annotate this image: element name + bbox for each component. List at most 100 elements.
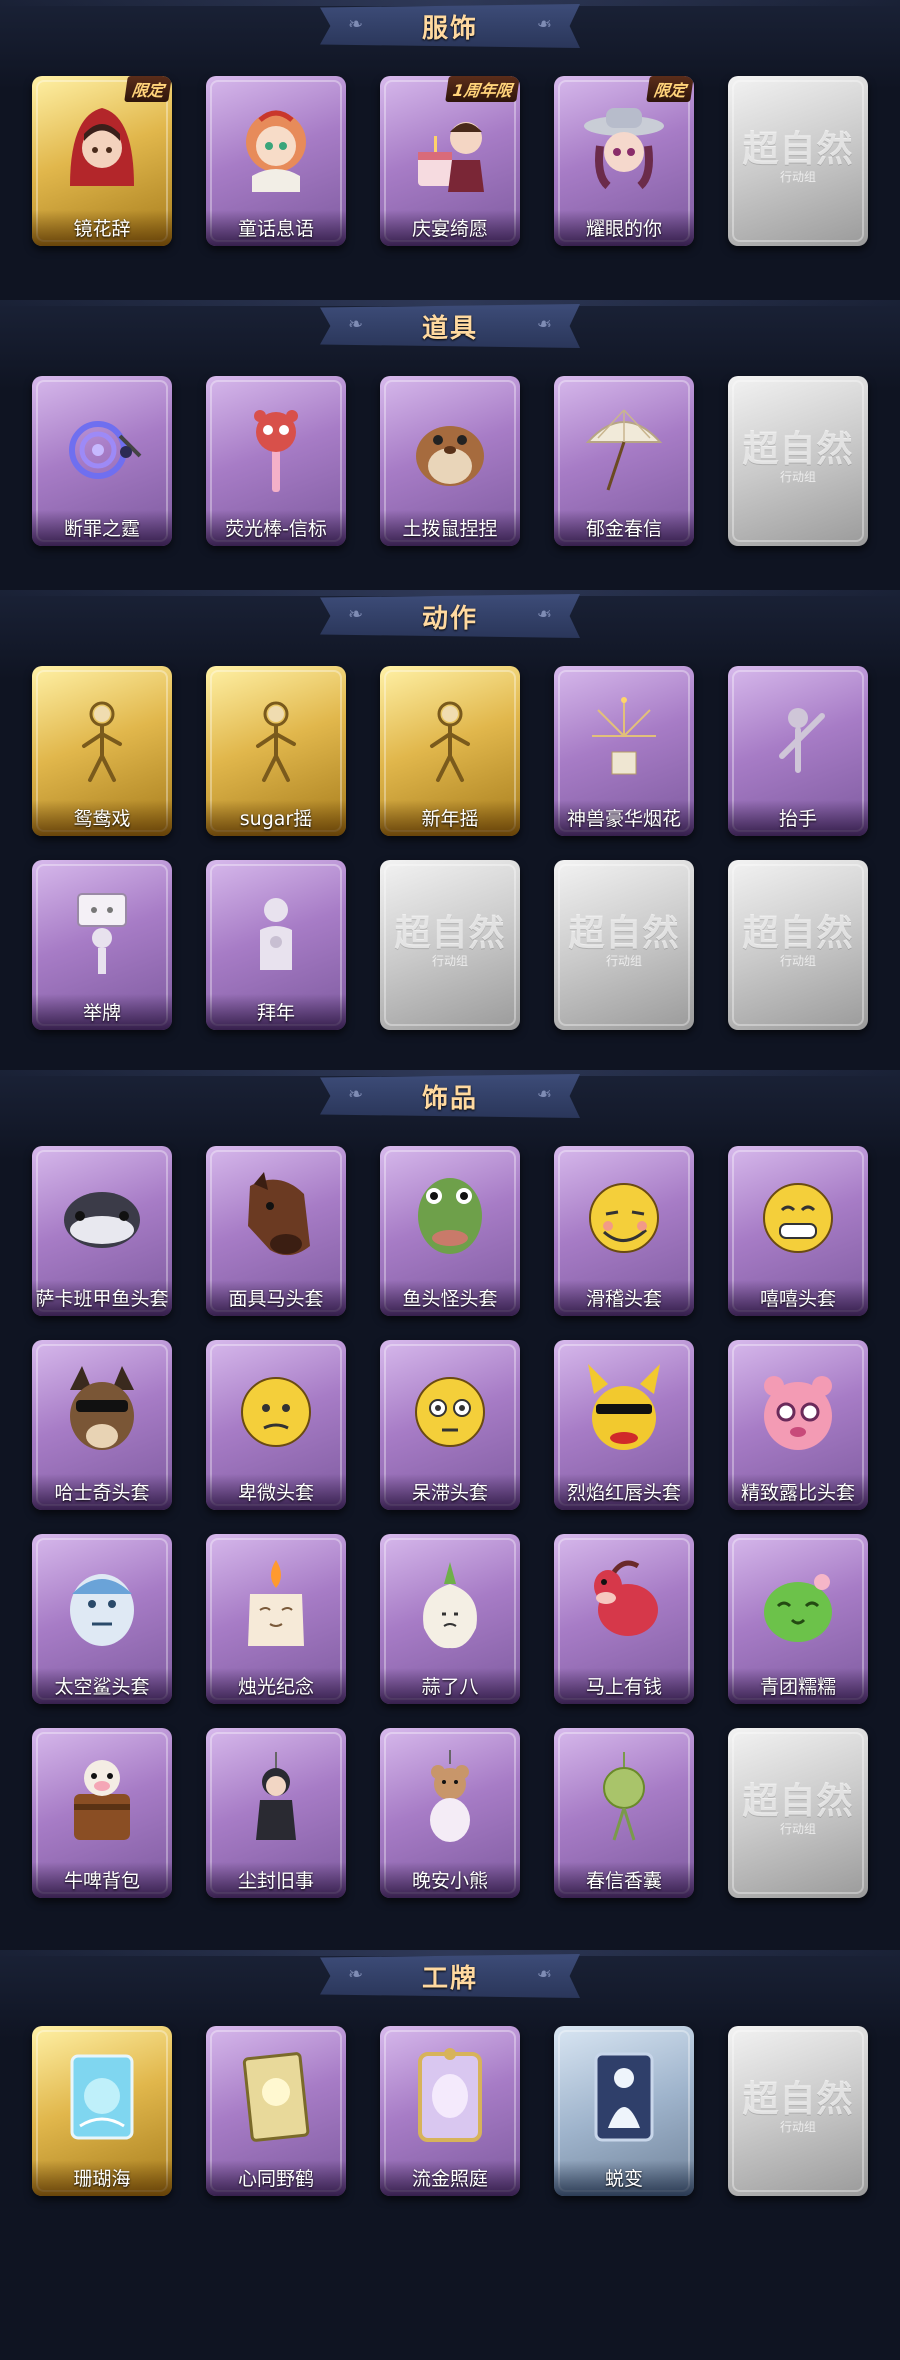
- green-dumpling-icon: [752, 1554, 844, 1654]
- swirl-ornament-icon: ❧: [348, 314, 364, 335]
- item-card[interactable]: 童话息语: [206, 76, 346, 246]
- item-card[interactable]: 土拨鼠捏捏: [380, 376, 520, 546]
- fishhead-mask-icon: [404, 1166, 496, 1266]
- item-label: 哈士奇头套: [32, 1474, 172, 1510]
- placeholder-subtitle: 行动组: [779, 170, 816, 184]
- cowboy-hat-girl-icon: [578, 96, 670, 196]
- limited-badge: 限定: [646, 76, 694, 102]
- item-card[interactable]: 太空鲨头套: [32, 1534, 172, 1704]
- item-card[interactable]: 面具马头套: [206, 1146, 346, 1316]
- item-card[interactable]: 庆宴绮愿 1周年限: [380, 76, 520, 246]
- section: ❧ 饰品 ❧ 萨卡班甲鱼头套 面具马头套 鱼头怪头套 滑稽头套 嘻嘻头套哈士奇头套 卑微头套 呆滞…: [0, 1070, 900, 1950]
- item-card[interactable]: 鸳鸯戏: [32, 666, 172, 836]
- item-label: 烈焰红唇头套: [554, 1474, 694, 1510]
- item-label: 尘封旧事: [206, 1862, 346, 1898]
- item-card[interactable]: 拜年: [206, 860, 346, 1030]
- locked-item-card[interactable]: 超自然 行动组: [728, 376, 868, 546]
- swirl-ornament-icon: ❧: [536, 1084, 552, 1105]
- item-card[interactable]: 珊瑚海: [32, 2026, 172, 2196]
- item-label: 举牌: [32, 994, 172, 1030]
- coral-sea-card-icon: [56, 2046, 148, 2146]
- section: ❧ 动作 ❧ 鸳鸯戏 sugar摇 新年摇 神兽豪华烟花 抬手 举牌 拜年 超自然 行动组 超自然 行动组…: [0, 590, 900, 1070]
- celebration-cake-girl-icon: [404, 96, 496, 196]
- item-card[interactable]: 马上有钱: [554, 1534, 694, 1704]
- item-card[interactable]: 尘封旧事: [206, 1728, 346, 1898]
- bow-greeting-icon: [230, 880, 322, 980]
- item-card[interactable]: 鱼头怪头套: [380, 1146, 520, 1316]
- item-card[interactable]: 晚安小熊: [380, 1728, 520, 1898]
- horse-mask-icon: [230, 1166, 322, 1266]
- item-label: 抬手: [728, 800, 868, 836]
- item-label: 牛啤背包: [32, 1862, 172, 1898]
- item-label: 镜花辞: [32, 210, 172, 246]
- stunned-face-icon: [404, 1360, 496, 1460]
- locked-item-card[interactable]: 超自然 行动组: [728, 2026, 868, 2196]
- swirl-ornament-icon: ❧: [348, 14, 364, 35]
- item-card[interactable]: 新年摇: [380, 666, 520, 836]
- item-card[interactable]: 精致露比头套: [728, 1340, 868, 1510]
- placeholder-subtitle: 行动组: [431, 954, 468, 968]
- locked-item-card[interactable]: 超自然 行动组: [380, 860, 520, 1030]
- swirl-ornament-icon: ❧: [348, 1964, 364, 1985]
- item-card[interactable]: 耀眼的你 限定: [554, 76, 694, 246]
- item-label: 庆宴绮愿: [380, 210, 520, 246]
- item-card[interactable]: 蒜了八: [380, 1534, 520, 1704]
- placeholder-subtitle: 行动组: [779, 954, 816, 968]
- section-banner: ❧ 饰品 ❧: [320, 1074, 580, 1118]
- silhouette-card-icon: [578, 2046, 670, 2146]
- keychain-figure-icon: [230, 1748, 322, 1848]
- funny-face-icon: [578, 1166, 670, 1266]
- section-title: 服饰: [421, 13, 478, 44]
- newyear-pose-icon: [404, 686, 496, 786]
- item-card[interactable]: 断罪之霆: [32, 376, 172, 546]
- item-label: 烛光纪念: [206, 1668, 346, 1704]
- item-card[interactable]: sugar摇: [206, 666, 346, 836]
- item-card[interactable]: 蜕变: [554, 2026, 694, 2196]
- item-card[interactable]: 春信香囊: [554, 1728, 694, 1898]
- item-label: 心同野鹤: [206, 2160, 346, 2196]
- swirl-ornament-icon: ❧: [348, 604, 364, 625]
- item-card[interactable]: 滑稽头套: [554, 1146, 694, 1316]
- lightning-spiral-icon: [56, 396, 148, 496]
- locked-item-card[interactable]: 超自然 行动组: [728, 1728, 868, 1898]
- fireworks-icon: [578, 686, 670, 786]
- fairy-tale-girl-icon: [230, 96, 322, 196]
- teddy-bear-icon: [404, 1748, 496, 1848]
- item-card[interactable]: 烛光纪念: [206, 1534, 346, 1704]
- space-shark-icon: [56, 1554, 148, 1654]
- locked-item-card[interactable]: 超自然 行动组: [554, 860, 694, 1030]
- section-banner: ❧ 工牌 ❧: [320, 1954, 580, 1998]
- item-label: 萨卡班甲鱼头套: [32, 1280, 172, 1316]
- item-card[interactable]: 嘻嘻头套: [728, 1146, 868, 1316]
- locked-item-card[interactable]: 超自然 行动组: [728, 860, 868, 1030]
- pikachu-mask-icon: [578, 1360, 670, 1460]
- item-card[interactable]: 青团糯糯: [728, 1534, 868, 1704]
- item-label: 马上有钱: [554, 1668, 694, 1704]
- item-card[interactable]: 郁金春信: [554, 376, 694, 546]
- section-banner: ❧ 服饰 ❧: [320, 4, 580, 48]
- item-card[interactable]: 镜花辞 限定: [32, 76, 172, 246]
- section-title: 动作: [421, 603, 478, 634]
- item-card[interactable]: 卑微头套: [206, 1340, 346, 1510]
- item-card[interactable]: 萨卡班甲鱼头套: [32, 1146, 172, 1316]
- item-card[interactable]: 心同野鹤: [206, 2026, 346, 2196]
- item-card[interactable]: 举牌: [32, 860, 172, 1030]
- crane-card-icon: [230, 2046, 322, 2146]
- garlic-icon: [404, 1554, 496, 1654]
- item-card[interactable]: 荧光棒-信标: [206, 376, 346, 546]
- section-title: 工牌: [421, 1963, 478, 1994]
- section: ❧ 服饰 ❧ 镜花辞 限定 童话息语 庆宴绮愿 1周年限 耀眼的你 限定 超自然 行动组: [0, 0, 900, 300]
- item-card[interactable]: 牛啤背包: [32, 1728, 172, 1898]
- placeholder-subtitle: 行动组: [779, 2120, 816, 2134]
- item-card[interactable]: 抬手: [728, 666, 868, 836]
- sachet-icon: [578, 1748, 670, 1848]
- item-card[interactable]: 流金照庭: [380, 2026, 520, 2196]
- item-card[interactable]: 烈焰红唇头套: [554, 1340, 694, 1510]
- item-card[interactable]: 呆滞头套: [380, 1340, 520, 1510]
- item-label: 流金照庭: [380, 2160, 520, 2196]
- locked-item-card[interactable]: 超自然 行动组: [728, 76, 868, 246]
- section-banner: ❧ 道具 ❧: [320, 304, 580, 348]
- item-card[interactable]: 哈士奇头套: [32, 1340, 172, 1510]
- item-card[interactable]: 神兽豪华烟花: [554, 666, 694, 836]
- section: ❧ 工牌 ❧ 珊瑚海 心同野鹤 流金照庭 蜕变 超自然 行动组: [0, 1950, 900, 2360]
